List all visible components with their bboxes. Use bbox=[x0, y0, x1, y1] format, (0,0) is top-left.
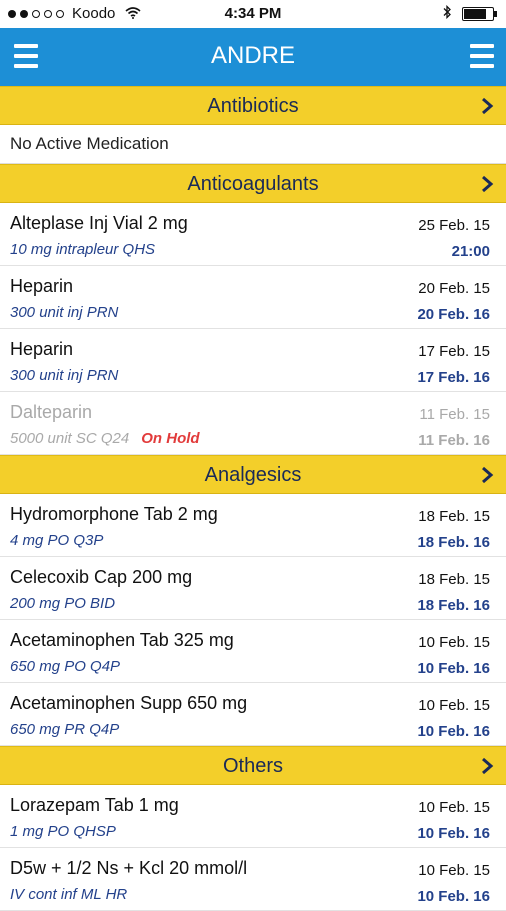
start-date: 10 Feb. 15 bbox=[418, 799, 490, 816]
medication-row[interactable]: D5w + 1/2 Ns + Kcl 20 mmol/l IV cont inf… bbox=[0, 848, 506, 911]
empty-state: No Active Medication bbox=[0, 125, 506, 164]
section-title: Antibiotics bbox=[207, 95, 299, 117]
medication-row[interactable]: Celecoxib Cap 200 mg 200 mg PO BID 18 Fe… bbox=[0, 557, 506, 620]
medication-name: Heparin bbox=[10, 339, 74, 359]
end-date: 10 Feb. 16 bbox=[417, 723, 490, 740]
medication-dose: 5000 unit SC Q24 bbox=[10, 430, 130, 447]
medication-dose: 650 mg PR Q4P bbox=[10, 721, 120, 738]
start-date: 18 Feb. 15 bbox=[418, 571, 490, 588]
medication-name: Dalteparin bbox=[10, 402, 93, 422]
end-date: 21:00 bbox=[451, 243, 490, 260]
empty-text: No Active Medication bbox=[10, 134, 169, 153]
on-hold-badge: On Hold bbox=[141, 430, 200, 447]
end-date: 11 Feb. 16 bbox=[418, 432, 490, 449]
clock: 4:34 PM bbox=[224, 5, 282, 22]
medication-dose: 4 mg PO Q3P bbox=[10, 532, 104, 549]
medication-row[interactable]: Acetaminophen Supp 650 mg 650 mg PR Q4P … bbox=[0, 683, 506, 746]
start-date: 11 Feb. 15 bbox=[419, 406, 490, 423]
start-date: 25 Feb. 15 bbox=[418, 217, 490, 234]
medication-row[interactable]: Hydromorphone Tab 2 mg 4 mg PO Q3P 18 Fe… bbox=[0, 494, 506, 557]
section-header-others[interactable]: Others bbox=[0, 746, 506, 785]
end-date: 20 Feb. 16 bbox=[417, 306, 490, 323]
medication-dose: 1 mg PO QHSP bbox=[10, 823, 116, 840]
medication-row[interactable]: Alteplase Inj Vial 2 mg 10 mg intrapleur… bbox=[0, 203, 506, 266]
medication-name: D5w + 1/2 Ns + Kcl 20 mmol/l bbox=[10, 858, 248, 878]
medication-dose: IV cont inf ML HR bbox=[10, 886, 128, 903]
section-title: Analgesics bbox=[204, 464, 302, 486]
end-date: 18 Feb. 16 bbox=[417, 534, 490, 551]
medication-name: Acetaminophen Supp 650 mg bbox=[10, 693, 248, 713]
medication-dose: 650 mg PO Q4P bbox=[10, 658, 121, 675]
medication-name: Celecoxib Cap 200 mg bbox=[10, 567, 193, 587]
chevron-right-icon bbox=[482, 757, 494, 775]
section-header-analgesics[interactable]: Analgesics bbox=[0, 455, 506, 494]
bluetooth-icon bbox=[442, 4, 452, 22]
chevron-right-icon bbox=[482, 175, 494, 193]
medication-row[interactable]: Acetaminophen Tab 325 mg 650 mg PO Q4P 1… bbox=[0, 620, 506, 683]
start-date: 10 Feb. 15 bbox=[418, 634, 490, 651]
medication-list: Antibiotics No Active Medication Anticoa… bbox=[0, 86, 506, 911]
options-menu-icon[interactable] bbox=[470, 44, 494, 68]
end-date: 18 Feb. 16 bbox=[417, 597, 490, 614]
chevron-right-icon bbox=[482, 97, 494, 115]
medication-name: Lorazepam Tab 1 mg bbox=[10, 795, 179, 815]
start-date: 10 Feb. 15 bbox=[418, 697, 490, 714]
battery-icon bbox=[462, 6, 497, 21]
section-header-antibiotics[interactable]: Antibiotics bbox=[0, 86, 506, 125]
start-date: 18 Feb. 15 bbox=[418, 508, 490, 525]
section-title: Others bbox=[222, 755, 284, 777]
medication-dose-line: 5000 unit SC Q24 On Hold bbox=[10, 430, 200, 447]
medication-row[interactable]: Heparin 300 unit inj PRN 17 Feb. 15 17 F… bbox=[0, 329, 506, 392]
medication-name: Alteplase Inj Vial 2 mg bbox=[10, 213, 188, 233]
end-date: 10 Feb. 16 bbox=[417, 888, 490, 905]
chevron-right-icon bbox=[482, 466, 494, 484]
patient-title: ANDRE bbox=[210, 42, 295, 69]
start-date: 10 Feb. 15 bbox=[418, 862, 490, 879]
medication-dose: 300 unit inj PRN bbox=[10, 304, 119, 321]
section-header-anticoagulants[interactable]: Anticoagulants bbox=[0, 164, 506, 203]
medication-row[interactable]: Lorazepam Tab 1 mg 1 mg PO QHSP 10 Feb. … bbox=[0, 785, 506, 848]
status-bar: Koodo 4:34 PM bbox=[0, 0, 506, 28]
end-date: 10 Feb. 16 bbox=[417, 825, 490, 842]
medication-dose: 10 mg intrapleur QHS bbox=[10, 241, 156, 258]
start-date: 17 Feb. 15 bbox=[418, 343, 490, 360]
medication-row-on-hold[interactable]: Dalteparin 5000 unit SC Q24 On Hold 11 Fe… bbox=[0, 392, 506, 455]
medication-dose: 200 mg PO BID bbox=[10, 595, 116, 612]
nav-bar: ANDRE bbox=[0, 28, 506, 86]
end-date: 17 Feb. 16 bbox=[417, 369, 490, 386]
end-date: 10 Feb. 16 bbox=[417, 660, 490, 677]
medication-name: Hydromorphone Tab 2 mg bbox=[10, 504, 218, 524]
section-title: Anticoagulants bbox=[187, 173, 319, 195]
medication-name: Heparin bbox=[10, 276, 74, 296]
medication-name: Acetaminophen Tab 325 mg bbox=[10, 630, 234, 650]
start-date: 20 Feb. 15 bbox=[418, 280, 490, 297]
medication-row[interactable]: Heparin 300 unit inj PRN 20 Feb. 15 20 F… bbox=[0, 266, 506, 329]
medication-dose: 300 unit inj PRN bbox=[10, 367, 119, 384]
